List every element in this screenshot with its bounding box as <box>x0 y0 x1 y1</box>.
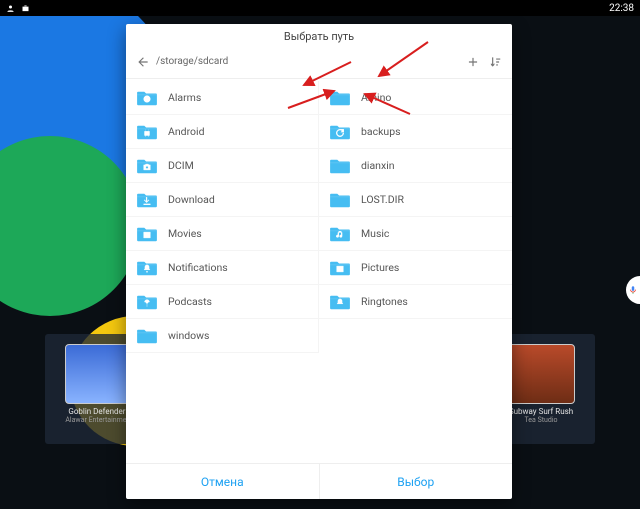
folder-icon <box>329 293 351 311</box>
folder-icon <box>329 259 351 277</box>
folder-label: Podcasts <box>168 295 212 308</box>
folder-label: backups <box>361 125 401 138</box>
dialog-toolbar: /storage/sdcard <box>126 45 512 79</box>
new-folder-button[interactable] <box>462 51 484 73</box>
folder-label: DCIM <box>168 159 194 172</box>
folder-item[interactable]: Pictures <box>319 251 512 285</box>
folder-item[interactable]: Movies <box>126 217 319 251</box>
folder-label: Notifications <box>168 261 228 274</box>
folder-label: LOST.DIR <box>361 193 404 206</box>
folder-item[interactable]: Amino <box>319 81 512 115</box>
folder-label: Alarms <box>168 91 201 104</box>
clock: 22:38 <box>609 3 634 14</box>
folder-icon <box>329 123 351 141</box>
folder-item[interactable]: Download <box>126 183 319 217</box>
folder-label: Amino <box>361 91 391 104</box>
folder-icon <box>136 293 158 311</box>
alarm-icon <box>142 95 152 103</box>
folder-item[interactable]: DCIM <box>126 149 319 183</box>
folder-icon <box>136 327 158 345</box>
folder-label: Android <box>168 125 205 138</box>
folder-label: Music <box>361 227 389 240</box>
folder-label: dianxin <box>361 159 395 172</box>
folder-item[interactable]: Podcasts <box>126 285 319 319</box>
folder-item[interactable]: windows <box>126 319 319 353</box>
folder-icon <box>329 225 351 243</box>
folder-item[interactable]: backups <box>319 115 512 149</box>
folder-item[interactable]: dianxin <box>319 149 512 183</box>
folder-picker-dialog: Выбрать путь /storage/sdcard Alarms Amino… <box>126 24 512 499</box>
ringtone-icon <box>335 299 345 307</box>
android-icon <box>142 129 152 137</box>
music-icon <box>335 231 345 239</box>
folder-icon <box>329 89 351 107</box>
folder-label: Ringtones <box>361 295 408 308</box>
folder-item[interactable]: LOST.DIR <box>319 183 512 217</box>
image-icon <box>335 265 345 273</box>
dialog-title: Выбрать путь <box>126 24 512 45</box>
backup-icon <box>335 129 345 137</box>
folder-icon <box>136 225 158 243</box>
choose-button[interactable]: Выбор <box>319 464 513 499</box>
folder-icon <box>136 89 158 107</box>
folder-grid: Alarms Amino Android backups DCIM dianxin Down… <box>126 79 512 463</box>
download-icon <box>142 197 152 205</box>
folder-item[interactable]: Notifications <box>126 251 319 285</box>
folder-item[interactable]: Ringtones <box>319 285 512 319</box>
folder-icon <box>136 259 158 277</box>
briefcase-icon <box>21 4 30 13</box>
back-button[interactable] <box>132 51 154 73</box>
voice-search-button[interactable] <box>626 276 640 304</box>
folder-item[interactable]: Android <box>126 115 319 149</box>
status-bar: 22:38 <box>0 0 640 16</box>
folder-item[interactable]: Alarms <box>126 81 319 115</box>
folder-icon <box>136 191 158 209</box>
camera-icon <box>142 163 152 171</box>
folder-label: Movies <box>168 227 202 240</box>
sort-button[interactable] <box>484 51 506 73</box>
movie-icon <box>142 231 152 239</box>
folder-label: windows <box>168 329 209 342</box>
bell-icon <box>142 265 152 273</box>
folder-item[interactable]: Music <box>319 217 512 251</box>
folder-icon <box>136 123 158 141</box>
folder-icon <box>329 191 351 209</box>
app-thumbnail <box>65 344 133 404</box>
folder-label: Download <box>168 193 215 206</box>
folder-icon <box>329 157 351 175</box>
folder-icon <box>136 157 158 175</box>
user-icon <box>6 4 15 13</box>
cancel-button[interactable]: Отмена <box>126 464 319 499</box>
dialog-actions: Отмена Выбор <box>126 463 512 499</box>
folder-label: Pictures <box>361 261 399 274</box>
app-thumbnail <box>507 344 575 404</box>
breadcrumb-path[interactable]: /storage/sdcard <box>156 56 228 67</box>
podcast-icon <box>142 299 152 307</box>
